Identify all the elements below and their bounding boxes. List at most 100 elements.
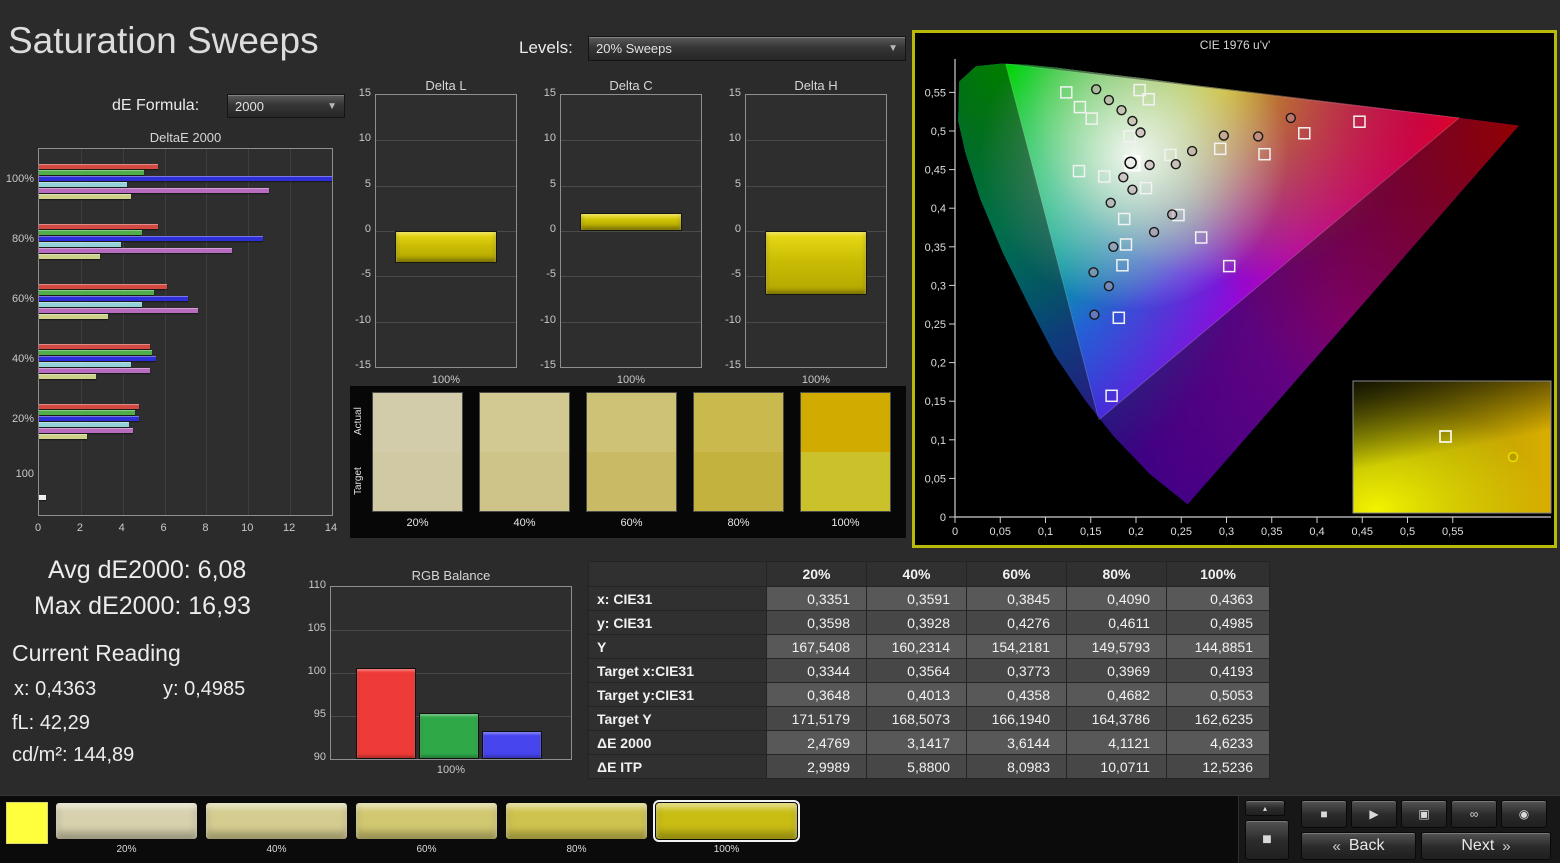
play-button[interactable]: ▶ (1351, 800, 1397, 828)
de-bar-red (39, 164, 159, 169)
measured-marker (1167, 209, 1178, 220)
level-swatch-label: 40% (266, 844, 287, 855)
cie-y-tick: 0 (940, 512, 946, 524)
de-bar-yellow (39, 194, 132, 199)
axis-tick-label: 15 (543, 87, 556, 99)
transport-panel: ▴ ■ « Back Next » ■ ▶ ▣ ∞ ◉ (1238, 796, 1560, 863)
cie-x-tick: 0,3 (1219, 526, 1234, 538)
axis-tick-label: 0 (364, 223, 371, 235)
axis-tick-label: 100 (15, 468, 34, 480)
max-de2000-label: Max dE2000: (34, 592, 182, 620)
gridline (746, 321, 886, 323)
measured-marker (1186, 145, 1198, 157)
next-button[interactable]: Next » (1421, 832, 1551, 860)
table-cell: 0,3351 (766, 586, 867, 611)
delta-l-xlabel: 100% (431, 374, 461, 386)
deltaE-plot (38, 148, 333, 516)
target-swatch (801, 452, 890, 511)
axis-tick-label: 10 (543, 132, 556, 145)
table-cell: 0,3845 (966, 586, 1067, 611)
axis-tick-label: 14 (324, 522, 338, 534)
de-bar-yellow (39, 314, 109, 319)
axis-tick-label: 5 (734, 177, 741, 190)
cie-x-tick: 0,4 (1309, 526, 1324, 538)
cie-y-tick: 0,5 (931, 126, 946, 138)
table-cell: 0,4090 (1066, 586, 1167, 611)
table-cell: 167,5408 (766, 634, 867, 659)
table-row-label: Target Y (588, 706, 767, 731)
measured-marker (1127, 184, 1138, 195)
eject-icon: ▴ (1262, 803, 1267, 813)
rgb-xlabel: 100% (436, 764, 466, 776)
loop-button[interactable]: ∞ (1451, 800, 1497, 828)
measured-marker (1285, 112, 1296, 124)
loop-icon: ∞ (1469, 807, 1479, 821)
de-bar-green (39, 410, 136, 415)
level-swatch-80%[interactable] (505, 802, 648, 840)
table-row: Target x:CIE31 0,3344 0,3564 0,3773 0,3969 0,… (588, 658, 1270, 683)
axis-tick-label: -10 (540, 313, 556, 326)
cie-y-tick: 0,15 (925, 396, 946, 408)
table-cell: 0,4985 (1166, 610, 1270, 635)
measured-marker (1148, 226, 1160, 238)
table-cell: 0,4013 (866, 682, 967, 707)
current-y-value: 0,4985 (184, 678, 246, 700)
target-label: Target (353, 467, 364, 495)
table-cell: 0,4276 (966, 610, 1067, 635)
inset-measured-marker (1507, 451, 1519, 463)
cie-x-tick: 0,25 (1171, 526, 1192, 538)
measured-marker (1218, 130, 1229, 141)
level-swatch-60%[interactable] (355, 802, 498, 840)
swatch-level-label: 60% (620, 517, 643, 529)
target-swatch (373, 452, 462, 511)
back-button[interactable]: « Back (1301, 832, 1416, 860)
next-label: Next (1461, 837, 1495, 854)
de-bar-magenta (39, 428, 134, 433)
rgb-balance-title: RGB Balance (411, 568, 491, 583)
cie-x-tick: 0 (952, 526, 958, 538)
meter-button[interactable]: ▣ (1401, 800, 1447, 828)
gridline (746, 140, 886, 142)
current-cdm2-label: cd/m²: (12, 744, 68, 766)
gridline (376, 321, 516, 323)
table-cell: 0,3598 (766, 610, 867, 635)
cie-y-tick: 0,55 (925, 87, 946, 99)
table-cell: 164,3786 (1066, 706, 1167, 731)
axis-tick-label: 12 (282, 522, 296, 534)
de-bar-red (39, 344, 150, 349)
current-x-label: x: (14, 678, 30, 700)
axis-tick-label: 0 (34, 522, 42, 534)
swatch-level-label: 80% (727, 517, 750, 529)
level-swatch-40%[interactable] (205, 802, 348, 840)
cie-x-tick: 0,5 (1400, 526, 1415, 538)
axis-tick-label: 5 (549, 177, 556, 190)
level-swatch-20%[interactable] (55, 802, 198, 840)
sample-swatch-40% (479, 392, 570, 512)
table-corner-cell (588, 561, 767, 587)
table-cell: 171,5179 (766, 706, 867, 731)
table-cell: 0,3564 (866, 658, 967, 683)
table-col-header: 60% (966, 561, 1067, 587)
levels-dropdown[interactable]: 20% Sweeps ▼ (588, 36, 906, 61)
axis-tick-label: 110 (308, 579, 326, 591)
measured-marker (1127, 115, 1138, 127)
delta-l-chart: Delta L 100% 15 10 5 0 -5 -10 -15 (347, 78, 523, 390)
de-formula-dropdown[interactable]: 2000 ▼ (227, 94, 345, 118)
cie-y-tick: 0,05 (925, 473, 946, 485)
eject-button[interactable]: ▴ (1245, 800, 1285, 816)
record-button[interactable]: ◉ (1501, 800, 1547, 828)
gridline (290, 149, 292, 515)
stop-button[interactable]: ■ (1301, 800, 1347, 828)
de-bar-green (39, 350, 152, 355)
axis-tick-label: 10 (358, 132, 371, 145)
sample-swatch-60% (586, 392, 677, 512)
rgb-bar-blue (482, 730, 542, 759)
level-swatch-100%[interactable] (653, 800, 800, 842)
de-bar-cyan (39, 362, 132, 367)
swatch-level-label: 20% (406, 517, 429, 529)
cie-x-tick: 0,1 (1038, 526, 1053, 538)
table-col-header: 100% (1166, 561, 1270, 587)
stop-square-button[interactable]: ■ (1245, 820, 1289, 860)
axis-tick-label: -10 (355, 313, 371, 326)
table-row: Target y:CIE31 0,3648 0,4013 0,4358 0,4682 0,… (588, 682, 1270, 707)
